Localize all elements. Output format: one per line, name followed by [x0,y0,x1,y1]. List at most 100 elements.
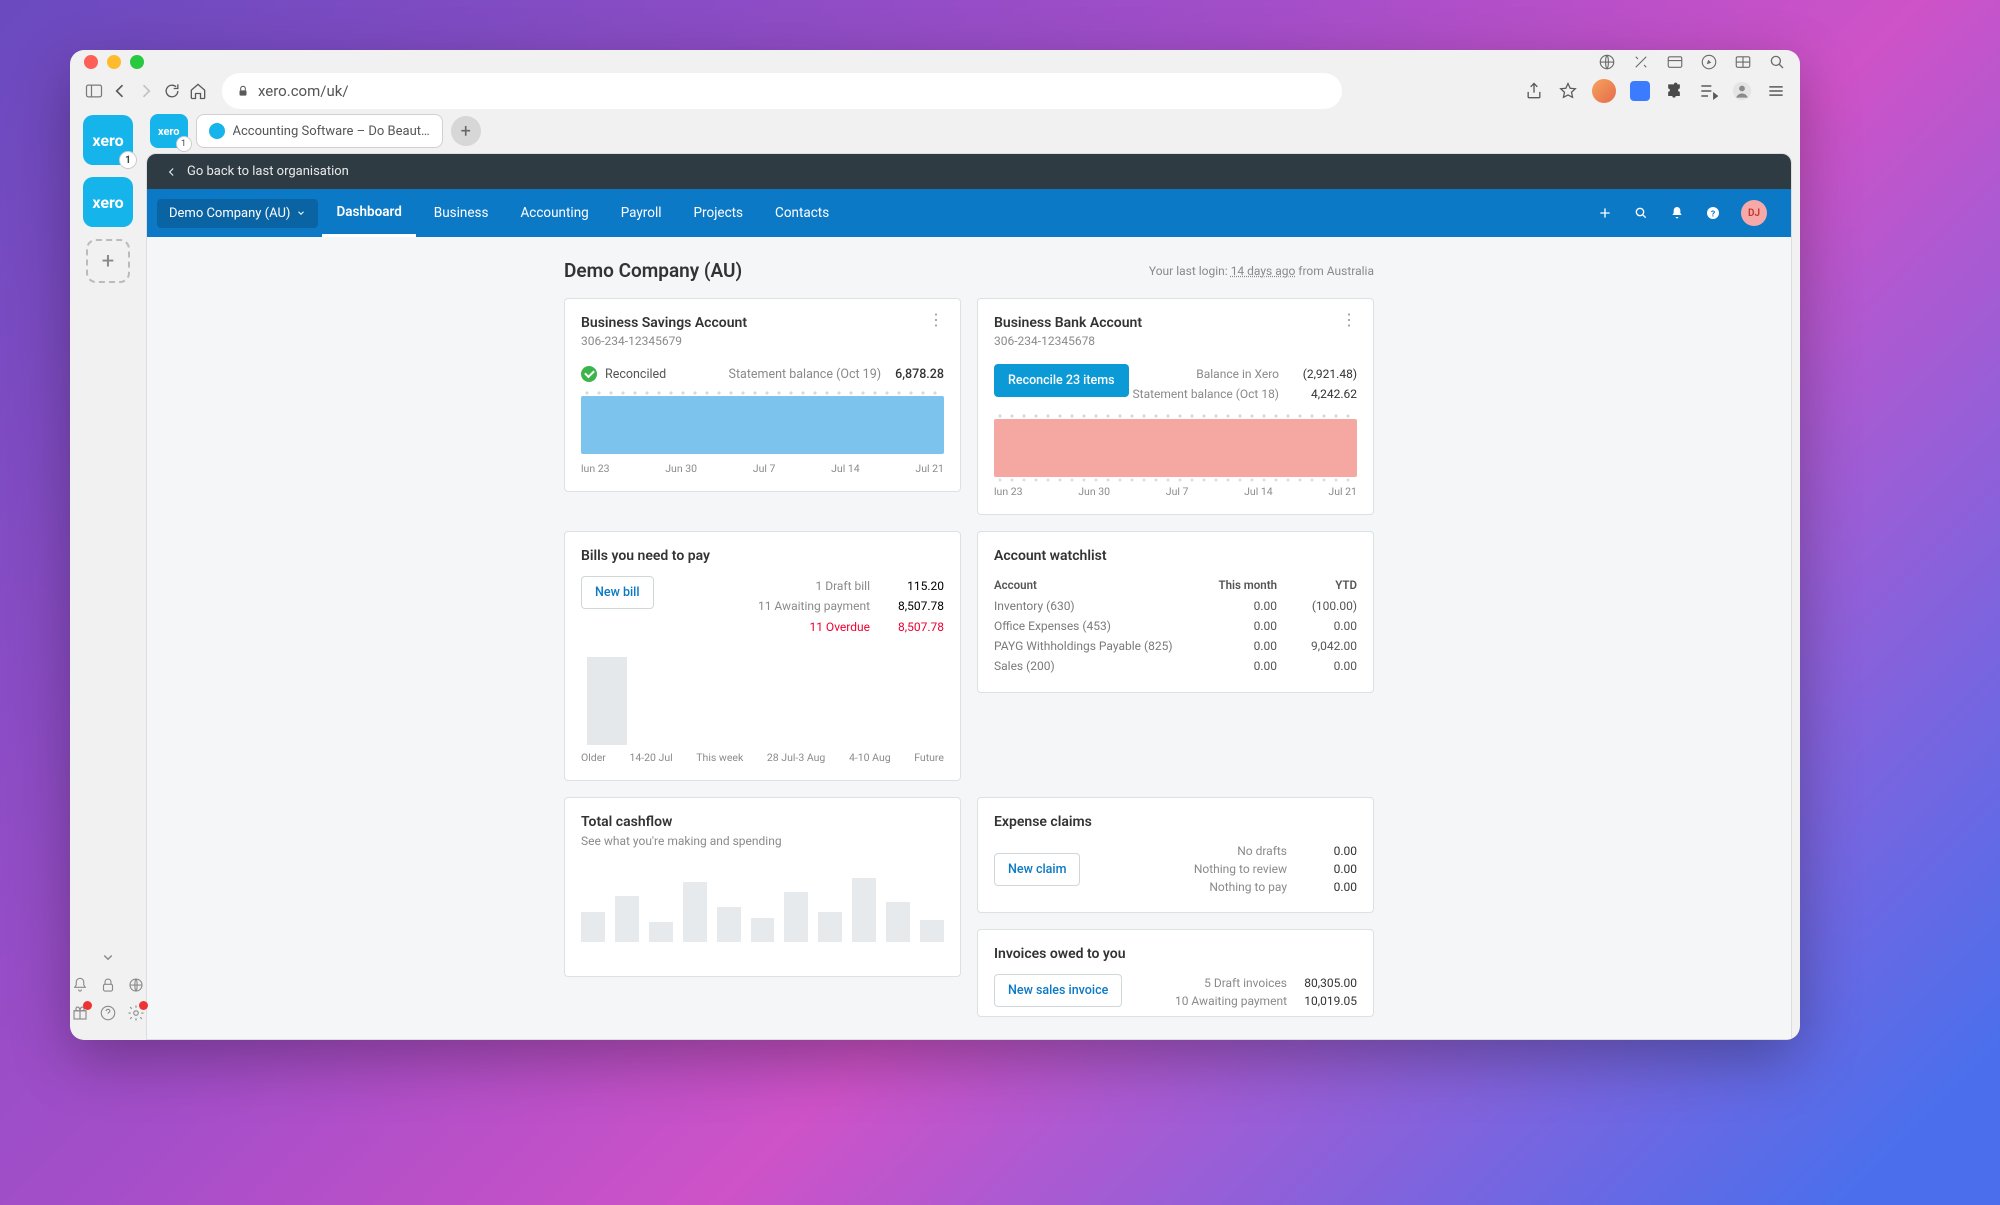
browser-tab[interactable]: Accounting Software – Do Beaut… [196,114,443,148]
org-back-bar[interactable]: Go back to last organisation [147,154,1791,189]
nav-payroll[interactable]: Payroll [607,191,676,235]
watchlist-row[interactable]: Office Expenses (453)0.000.00 [994,616,1357,636]
minimize-window[interactable] [107,55,121,69]
card-menu-icon[interactable]: ⋮ [1341,315,1357,325]
chevron-down-icon [296,208,306,218]
reload-icon[interactable] [162,81,182,101]
reconciled-label: Reconciled [605,367,666,382]
profile-avatar-icon[interactable] [1592,79,1616,103]
arrow-left-icon [165,165,179,179]
globe-outline-icon[interactable] [127,976,145,994]
pinned-tab[interactable]: xero1 [150,114,188,148]
nav-business[interactable]: Business [420,191,503,235]
panel-icon[interactable] [1666,53,1684,71]
card-watchlist: Account watchlist AccountThis monthYTD I… [977,531,1374,693]
puzzle-icon[interactable] [1664,81,1684,101]
nav-dashboard[interactable]: Dashboard [322,190,415,237]
sidebar-icon[interactable] [84,81,104,101]
login-time-link[interactable]: 14 days ago [1231,264,1296,278]
gift-icon[interactable] [71,1004,89,1026]
card-title[interactable]: Total cashflow [581,814,944,830]
window-titlebar [70,50,1800,73]
back-icon[interactable] [110,81,130,101]
card-title[interactable]: Business Bank Account [994,315,1142,331]
chrome-side-rail: xero1 xero + [70,109,146,1040]
back-link-text: Go back to last organisation [187,164,349,179]
tab-title: Accounting Software – Do Beaut… [233,124,430,139]
close-window[interactable] [84,55,98,69]
search-icon[interactable] [1633,205,1649,221]
zoom-window[interactable] [130,55,144,69]
card-title[interactable]: Invoices owed to you [994,946,1357,962]
xero-app: Go back to last organisation Demo Compan… [146,153,1792,1040]
card-bills: Bills you need to pay New bill 1 Draft b… [564,531,961,781]
search-icon[interactable] [1768,53,1786,71]
shield-icon[interactable] [1598,53,1616,71]
tab-strip: xero1 Accounting Software – Do Beaut… + [146,109,1800,153]
card-invoices: Invoices owed to you New sales invoice 5… [977,929,1374,1017]
new-claim-button[interactable]: New claim [994,853,1080,886]
card-title[interactable]: Expense claims [994,814,1357,830]
svg-text:?: ? [1711,209,1715,219]
playlist-icon[interactable] [1698,81,1718,101]
lock-outline-icon[interactable] [99,976,117,994]
watchlist-row[interactable]: PAYG Withholdings Payable (825)0.009,042… [994,636,1357,656]
browser-toolbar: xero.com/uk/ [70,73,1800,109]
new-tab-button[interactable]: + [451,116,481,146]
card-savings: Business Savings Account 306-234-1234567… [564,298,961,492]
watchlist-header: AccountThis monthYTD [994,578,1357,596]
org-switcher[interactable]: Demo Company (AU) [157,199,318,228]
rail-workspace-xero[interactable]: xero1 [83,115,133,165]
forward-icon [136,81,156,101]
home-icon[interactable] [188,81,208,101]
menu-icon[interactable] [1766,81,1786,101]
card-subtitle: See what you're making and spending [581,834,944,848]
bank-balances: Balance in Xero(2,921.48) Statement bala… [1133,364,1357,405]
user-avatar[interactable]: DJ [1741,200,1767,226]
chart-x-labels: lun 23Jun 30Jul 7Jul 14Jul 21 [581,462,944,475]
star-icon[interactable] [1558,81,1578,101]
wand-icon[interactable] [1632,53,1650,71]
compass-icon[interactable] [1700,53,1718,71]
reconcile-button[interactable]: Reconcile 23 items [994,364,1129,397]
rail-workspace-2[interactable]: xero [83,177,133,227]
nav-accounting[interactable]: Accounting [506,191,602,235]
new-invoice-button[interactable]: New sales invoice [994,974,1122,1007]
nav-projects[interactable]: Projects [680,191,758,235]
card-bank: Business Bank Account 306-234-12345678 ⋮… [977,298,1374,515]
watchlist-row[interactable]: Inventory (630)0.00(100.00) [994,596,1357,616]
cashflow-bars [581,862,944,942]
address-bar[interactable]: xero.com/uk/ [222,73,1342,109]
chevron-down-icon[interactable] [99,948,117,966]
dashboard-body: Demo Company (AU) Your last login: 14 da… [147,237,1791,1039]
main-nav: Demo Company (AU) Dashboard Business Acc… [147,189,1791,237]
card-menu-icon[interactable]: ⋮ [928,315,944,325]
bell-icon[interactable] [1669,205,1685,221]
card-title[interactable]: Account watchlist [994,548,1357,564]
nav-contacts[interactable]: Contacts [761,191,843,235]
traffic-lights [84,55,144,69]
help-circle-icon[interactable] [99,1004,117,1022]
card-expense: Expense claims New claim No drafts0.00 N… [977,797,1374,913]
bell-outline-icon[interactable] [71,976,89,994]
plus-icon[interactable] [1597,205,1613,221]
share-icon[interactable] [1524,81,1544,101]
bills-x-labels: Older14-20 JulThis week28 Jul-3 Aug4-10 … [581,751,944,764]
browser-window: xero.com/uk/ xero1 xero + [70,50,1800,1040]
check-icon [581,366,597,382]
card-cashflow: Total cashflow See what you're making an… [564,797,961,977]
gear-icon[interactable] [127,1004,145,1026]
card-title[interactable]: Bills you need to pay [581,548,944,564]
grid-icon[interactable] [1734,53,1752,71]
new-bill-button[interactable]: New bill [581,576,654,609]
url-text: xero.com/uk/ [258,82,349,100]
favicon-icon [209,123,225,139]
user-icon[interactable] [1732,81,1752,101]
page-title: Demo Company (AU) [564,259,742,282]
card-title[interactable]: Business Savings Account [581,315,747,331]
help-icon[interactable]: ? [1705,205,1721,221]
watchlist-row[interactable]: Sales (200)0.000.00 [994,656,1357,676]
rail-add-button[interactable]: + [86,239,130,283]
extension-blue-icon[interactable] [1630,81,1650,101]
account-number: 306-234-12345679 [581,334,747,348]
